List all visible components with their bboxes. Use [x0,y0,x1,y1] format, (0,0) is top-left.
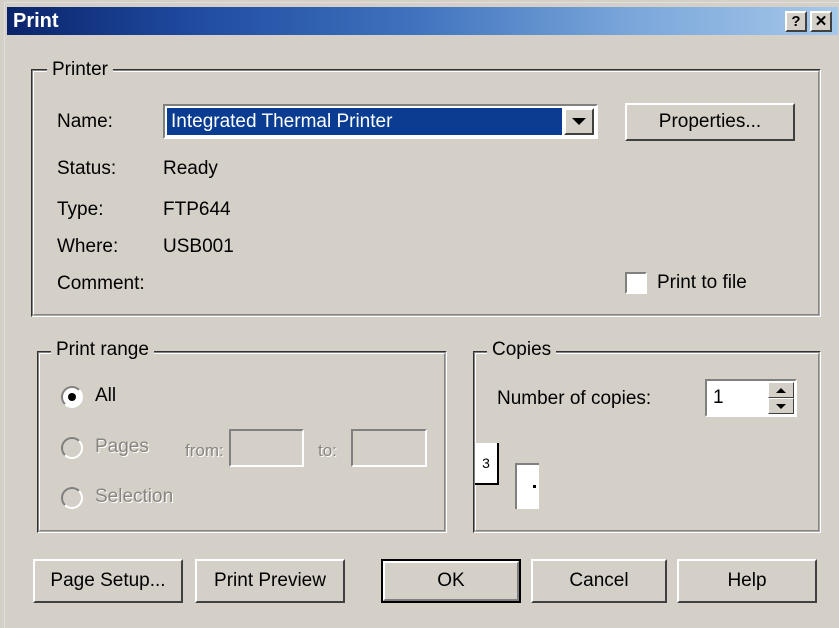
ok-button[interactable]: OK [381,559,521,603]
print-range-selection-radio [61,487,83,509]
print-range-pages-label: Pages [95,436,149,457]
radio-selected-dot [68,393,76,401]
properties-button[interactable]: Properties... [625,103,795,141]
printer-name-combobox[interactable]: Integrated Thermal Printer [163,104,598,139]
number-of-copies-spinner[interactable]: 1 [705,379,797,417]
triangle-down-glyph [776,403,786,409]
title-bar[interactable]: Print ? ✕ [7,7,838,35]
print-range-from-input [229,429,304,467]
printer-name-value[interactable]: Integrated Thermal Printer [167,108,562,135]
print-range-to-input [351,429,427,467]
print-range-to-label: to: [318,441,337,460]
print-range-from-label: from: [185,441,224,460]
help-button[interactable]: Help [677,559,817,603]
chevron-down-glyph [572,118,586,125]
ok-button-face: OK [383,561,519,601]
page-setup-button[interactable]: Page Setup... [33,559,183,603]
print-range-pages-radio [61,437,83,459]
number-of-copies-value[interactable]: 1 [713,381,724,415]
print-range-selection-label: Selection [95,486,174,507]
printer-where-value: USB001 [163,236,234,257]
collate-page-front: 3 [475,443,499,485]
spinner-down-icon[interactable] [768,398,794,414]
print-dialog: Print ? ✕ Printer Name: Integrated Therm… [4,2,839,628]
collate-illustration: 3 [475,443,565,513]
number-of-copies-label: Number of copies: [497,388,652,409]
printer-comment-label: Comment: [57,273,145,294]
spinner-buttons [768,382,794,414]
cancel-button[interactable]: Cancel [531,559,667,603]
close-icon-button[interactable]: ✕ [810,10,832,32]
print-range-all-radio[interactable] [61,386,83,408]
collate-page-dot [533,485,536,488]
printer-status-value: Ready [163,158,218,179]
printer-status-label: Status: [57,158,117,179]
printer-type-value: FTP644 [163,199,231,220]
print-to-file-checkbox[interactable] [625,272,647,294]
printer-type-label: Type: [57,199,104,220]
window-title: Print [13,10,59,32]
title-bar-buttons: ? ✕ [785,10,832,32]
print-preview-button[interactable]: Print Preview [195,559,345,603]
printer-groupbox-legend: Printer [47,59,113,81]
printer-where-label: Where: [57,236,119,257]
printer-name-label: Name: [57,111,113,132]
print-range-all-label[interactable]: All [95,385,116,407]
print-range-groupbox-legend: Print range [51,339,154,361]
spinner-up-icon[interactable] [768,382,794,398]
chevron-down-icon[interactable] [564,108,594,135]
triangle-up-glyph [776,387,786,393]
copies-groupbox-legend: Copies [487,339,557,361]
print-to-file-label[interactable]: Print to file [657,272,747,294]
help-icon-button[interactable]: ? [785,10,807,32]
